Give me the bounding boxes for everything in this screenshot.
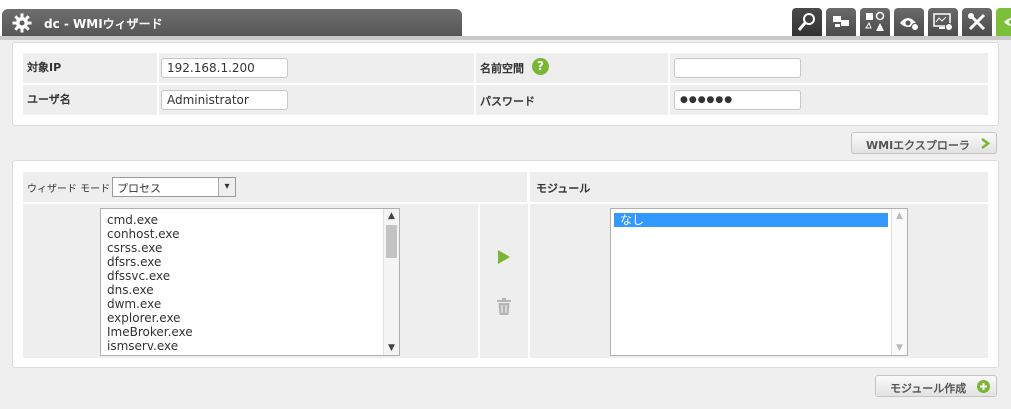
title-bar: dc - WMIウィザード	[0, 0, 1011, 37]
toolbar-view-button[interactable]	[996, 8, 1011, 36]
wmi-explorer-label: WMIエクスプローラ	[866, 139, 970, 152]
target-ip-input[interactable]	[161, 58, 288, 78]
scroll-down-icon[interactable]: ▼	[892, 341, 907, 355]
toolbar-tools-button[interactable]	[962, 8, 992, 36]
namespace-label-cell: 名前空間 ?	[476, 53, 668, 83]
list-item[interactable]: explorer.exe	[101, 311, 399, 325]
wizard-mode-value: プロセス	[117, 182, 161, 195]
password-label: パスワード	[480, 95, 535, 108]
network-icon	[833, 16, 849, 27]
module-header: モジュール	[536, 182, 591, 195]
monitor-gear-icon	[933, 13, 953, 31]
scroll-down-icon[interactable]: ▼	[384, 341, 399, 355]
toolbar-search-button[interactable]	[792, 8, 822, 36]
password-value-cell	[670, 85, 988, 115]
window-title-tab: dc - WMIウィザード	[2, 9, 462, 37]
eye-icon	[1004, 18, 1011, 26]
eye-gear-icon	[900, 18, 919, 31]
wmi-explorer-button[interactable]: WMIエクスプローラ	[851, 132, 997, 154]
list-item[interactable]: dfsrs.exe	[101, 255, 399, 269]
help-icon[interactable]: ?	[532, 58, 549, 75]
module-header-cell: モジュール	[530, 172, 988, 202]
module-list-cell: なし ▲ ▼	[530, 204, 988, 358]
process-list-scrollbar[interactable]: ▲ ▼	[383, 209, 399, 355]
list-item[interactable]: csrss.exe	[101, 241, 399, 255]
list-item[interactable]: conhost.exe	[101, 227, 399, 241]
process-listbox[interactable]: cmd.exe conhost.exe csrss.exe dfsrs.exe …	[100, 208, 400, 356]
scroll-up-icon[interactable]: ▲	[892, 209, 907, 223]
window-title: dc - WMIウィザード	[44, 17, 163, 31]
username-input[interactable]	[161, 90, 288, 110]
tools-icon	[968, 13, 986, 31]
plus-circle-icon	[977, 380, 990, 393]
toolbar-network-button[interactable]	[826, 8, 856, 36]
toolbar-monitor-button[interactable]	[928, 8, 958, 36]
search-icon	[797, 13, 815, 31]
list-item[interactable]: dns.exe	[101, 283, 399, 297]
list-item[interactable]: ImeBroker.exe	[101, 325, 399, 339]
chevron-down-icon: ▾	[218, 178, 235, 196]
target-ip-value-cell	[159, 53, 474, 83]
wizard-panel: ウィザード モード : プロセス ▾ モジュール cmd.exe conhost…	[12, 160, 999, 368]
chevron-right-icon	[981, 138, 990, 149]
title-divider	[0, 36, 1011, 40]
namespace-input[interactable]	[674, 58, 801, 78]
connection-panel: 対象IP 名前空間 ? ユーザ名 パスワード	[12, 42, 999, 126]
trash-icon[interactable]	[496, 298, 512, 316]
namespace-label: 名前空間	[480, 62, 524, 75]
create-module-button[interactable]: モジュール作成	[875, 375, 997, 397]
wizard-mode-cell: ウィザード モード : プロセス ▾	[23, 172, 527, 202]
username-label-cell: ユーザ名	[23, 85, 157, 115]
gear-icon	[12, 13, 32, 33]
list-item-selected[interactable]: なし	[614, 213, 888, 227]
module-list-scrollbar[interactable]: ▲ ▼	[891, 209, 907, 355]
username-value-cell	[159, 85, 474, 115]
shapes-icon	[865, 11, 885, 31]
toolbar-shapes-button[interactable]	[860, 8, 890, 36]
create-module-label: モジュール作成	[890, 382, 967, 395]
wizard-mode-select[interactable]: プロセス ▾	[112, 177, 236, 197]
username-label: ユーザ名	[27, 93, 71, 106]
process-list-cell: cmd.exe conhost.exe csrss.exe dfsrs.exe …	[23, 204, 478, 358]
list-item[interactable]: cmd.exe	[101, 213, 399, 227]
add-arrow-icon[interactable]	[497, 249, 511, 265]
list-item[interactable]: dwm.exe	[101, 297, 399, 311]
list-item[interactable]: ismserv.exe	[101, 339, 399, 353]
module-listbox[interactable]: なし ▲ ▼	[610, 208, 908, 356]
password-label-cell: パスワード	[476, 85, 668, 115]
namespace-value-cell	[670, 53, 988, 83]
toolbar-eye-gear-button[interactable]	[894, 8, 924, 36]
password-input[interactable]	[674, 90, 801, 110]
scroll-thumb[interactable]	[386, 225, 397, 258]
list-item[interactable]: dfssvc.exe	[101, 269, 399, 283]
action-column	[480, 204, 528, 358]
wizard-mode-label: ウィザード モード :	[27, 184, 117, 195]
scroll-up-icon[interactable]: ▲	[384, 209, 399, 223]
target-ip-label-cell: 対象IP	[23, 53, 157, 83]
target-ip-label: 対象IP	[27, 61, 62, 74]
